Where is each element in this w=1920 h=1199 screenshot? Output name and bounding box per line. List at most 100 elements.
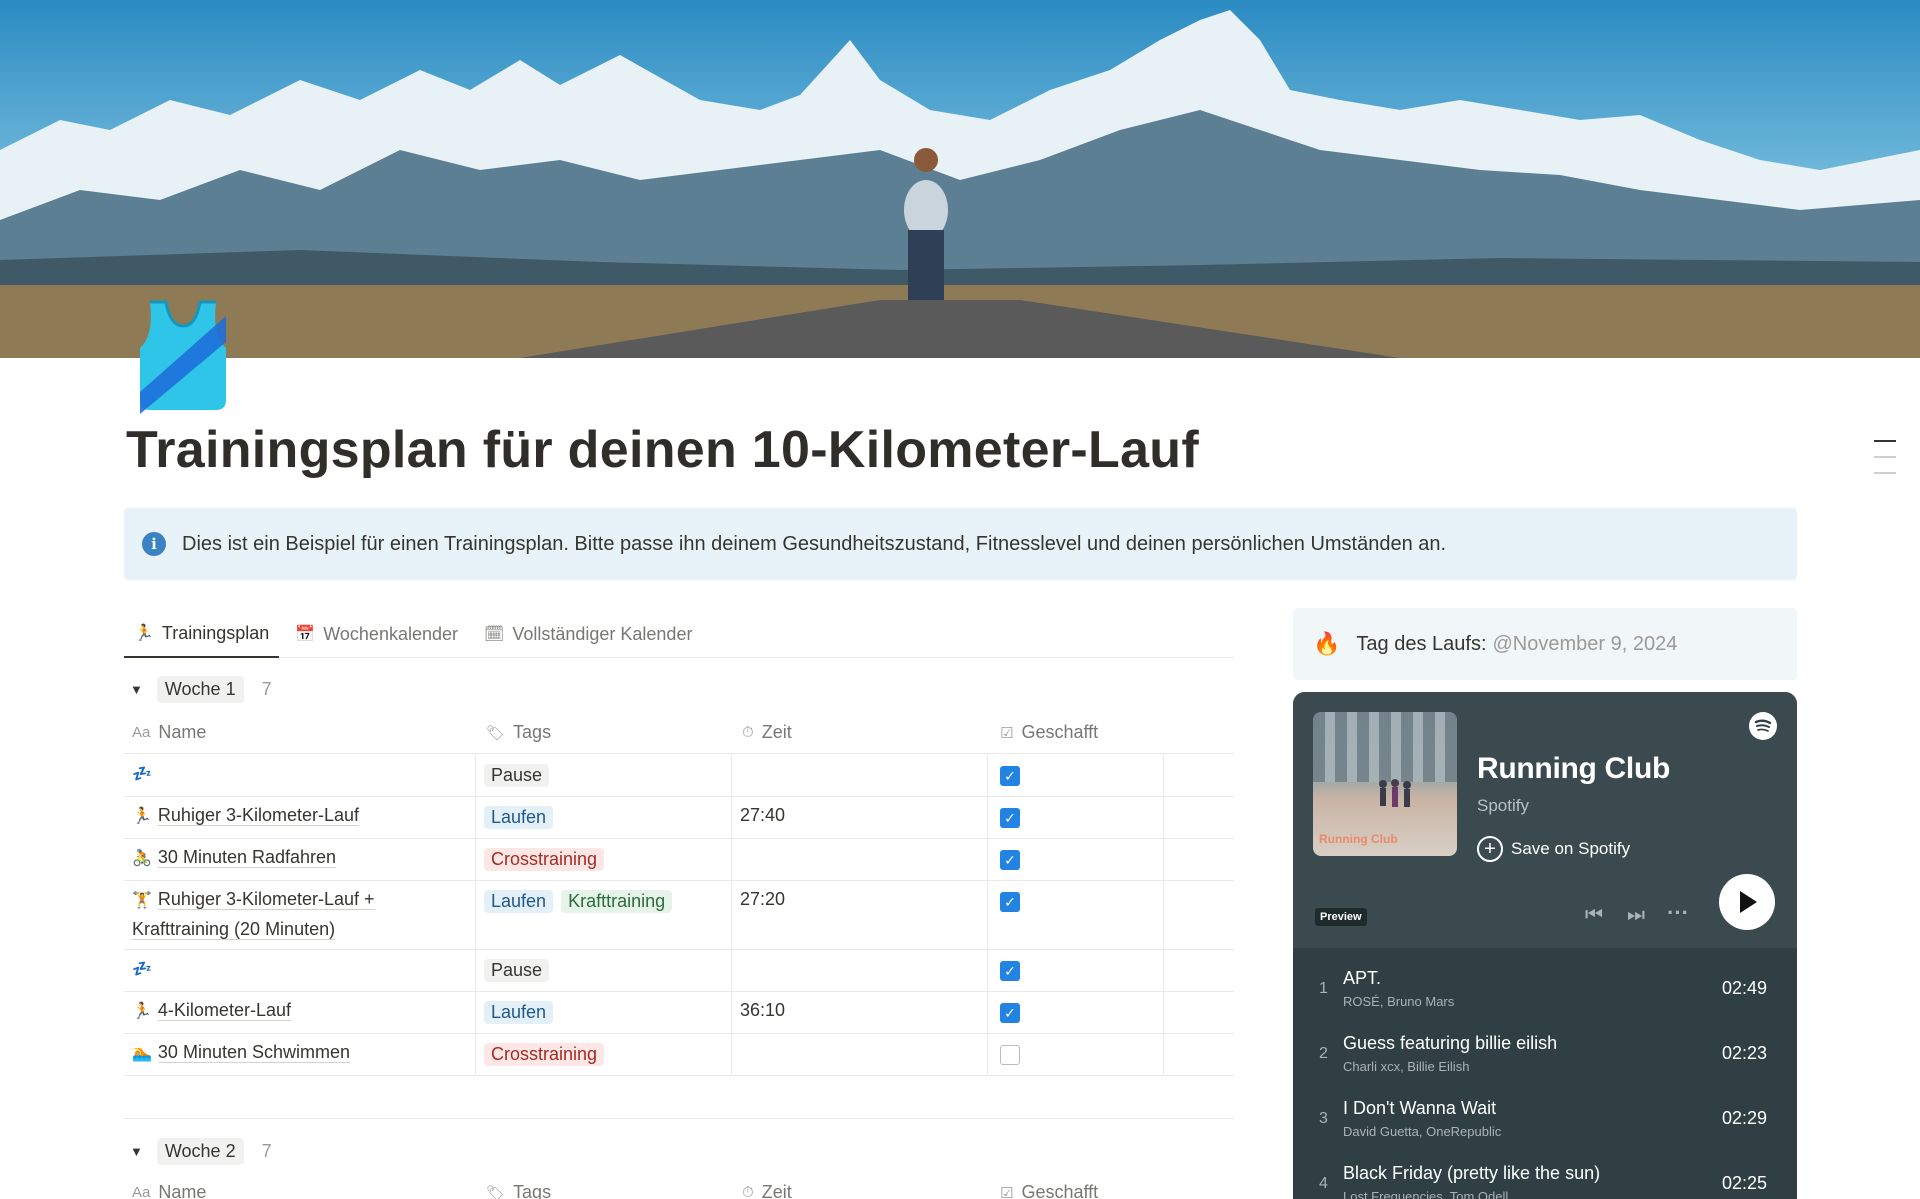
table-row[interactable]: 🏋 Ruhiger 3-Kilometer-Lauf + Krafttrainin… <box>124 881 1234 950</box>
column-header-geschafft[interactable]: ☑ Geschafft <box>988 722 1164 743</box>
column-header-zeit[interactable]: ⏱ Zeit <box>732 1182 988 1199</box>
track-artist: Lost Frequencies, Tom Odell <box>1343 1189 1509 1199</box>
track-number: 2 <box>1319 1045 1328 1062</box>
table-row[interactable]: 🚴 30 Minuten Radfahren Crosstraining ✓ <box>124 839 1234 881</box>
empty-cell <box>1164 992 1234 1033</box>
name-cell[interactable]: 🏊 30 Minuten Schwimmen <box>124 1034 476 1075</box>
column-header-tags[interactable]: 🏷 Tags <box>476 1182 732 1199</box>
more-options-icon[interactable]: ··· <box>1667 900 1689 926</box>
name-cell[interactable]: 💤 <box>124 950 476 991</box>
checkbox-property-icon: ☑ <box>1000 1184 1014 1199</box>
track-duration: 02:23 <box>1721 1043 1767 1063</box>
time-cell[interactable]: 27:20 <box>732 881 988 949</box>
toggle-triangle-icon[interactable]: ▼ <box>130 682 143 697</box>
tab-wochenkalender[interactable]: 📅 Wochenkalender <box>285 610 468 658</box>
tags-cell[interactable]: Crosstraining <box>476 1034 732 1075</box>
playlist-title[interactable]: Running Club <box>1477 752 1670 786</box>
checkbox-checked[interactable]: ✓ <box>1000 1003 1020 1023</box>
track-duration: 02:29 <box>1721 1108 1767 1128</box>
preview-badge: Preview <box>1315 908 1367 926</box>
toggle-triangle-icon[interactable]: ▼ <box>130 1144 143 1159</box>
name-cell[interactable]: 🏃 Ruhiger 3-Kilometer-Lauf <box>124 797 476 838</box>
playlist-provider[interactable]: Spotify <box>1477 796 1529 816</box>
column-header-tags[interactable]: 🏷 Tags <box>476 722 732 743</box>
toc-line <box>1874 472 1896 474</box>
save-on-spotify-button[interactable]: + Save on Spotify <box>1477 836 1630 862</box>
running-shirt-icon[interactable] <box>130 296 236 414</box>
column-header-name[interactable]: Aa Name <box>124 722 476 743</box>
tags-cell[interactable]: Laufen <box>476 992 732 1033</box>
row-name[interactable]: Ruhiger 3-Kilometer-Lauf <box>157 805 360 826</box>
table-of-contents-indicator[interactable] <box>1874 440 1896 488</box>
time-cell[interactable] <box>732 839 988 880</box>
group-label: Woche 1 <box>156 676 244 703</box>
group-header-woche-2[interactable]: ▼ Woche 2 7 <box>130 1138 272 1165</box>
callout-text: Dies ist ein Beispiel für einen Training… <box>182 532 1447 555</box>
checkbox-checked[interactable]: ✓ <box>1000 850 1020 870</box>
row-name[interactable]: Ruhiger 3-Kilometer-Lauf + Krafttraining… <box>132 889 375 940</box>
table-row[interactable]: 🏊 30 Minuten Schwimmen Crosstraining <box>124 1034 1234 1076</box>
tab-trainingsplan[interactable]: 🏃 Trainingsplan <box>124 610 280 658</box>
previous-track-icon[interactable]: ⏮ <box>1585 904 1603 927</box>
table-row[interactable]: 💤 Pause ✓ <box>124 755 1234 797</box>
track-title: I Don't Wanna Wait <box>1343 1098 1497 1118</box>
play-button[interactable] <box>1719 874 1775 930</box>
track-row[interactable]: 4 Black Friday (pretty like the sun) Los… <box>1293 1151 1797 1199</box>
checkbox-checked[interactable]: ✓ <box>1000 961 1020 981</box>
tab-vollstaendiger-kalender[interactable]: 🗓 Vollständiger Kalender <box>474 610 702 658</box>
empty-cell <box>1164 839 1234 880</box>
running-person-icon: 🏃 <box>134 625 154 642</box>
tags-cell[interactable]: Pause <box>476 950 732 991</box>
group-header-woche-1[interactable]: ▼ Woche 1 7 <box>130 676 272 703</box>
weightlifter-icon: 🏋 <box>132 892 152 909</box>
tags-cell[interactable]: Laufen <box>476 797 732 838</box>
tag-crosstraining: Crosstraining <box>484 848 605 871</box>
tag-icon: 🏷 <box>486 724 506 742</box>
table-row[interactable]: 🏃 4-Kilometer-Lauf Laufen 36:10 ✓ <box>124 992 1234 1034</box>
next-track-icon[interactable]: ⏭ <box>1627 904 1645 927</box>
table-row[interactable]: 🏃 Ruhiger 3-Kilometer-Lauf Laufen 27:40 ✓ <box>124 797 1234 839</box>
group-count: 7 <box>261 679 272 699</box>
toc-line <box>1874 440 1896 442</box>
column-label: Tags <box>513 722 552 742</box>
table-row[interactable]: 💤 Pause ✓ <box>124 950 1234 992</box>
time-cell[interactable]: 27:40 <box>732 797 988 838</box>
runner-icon: 🏃 <box>132 1003 152 1020</box>
name-cell[interactable]: 💤 <box>124 755 476 796</box>
tags-cell[interactable]: Pause <box>476 755 732 796</box>
done-cell: ✓ <box>988 797 1164 838</box>
time-cell[interactable] <box>732 1034 988 1075</box>
row-name[interactable]: 4-Kilometer-Lauf <box>157 1000 291 1021</box>
checkbox-checked[interactable]: ✓ <box>1000 766 1020 786</box>
time-cell[interactable]: 36:10 <box>732 992 988 1033</box>
track-row[interactable]: 1 APT. ROSÉ, Bruno Mars 02:49 <box>1293 956 1797 1021</box>
tags-cell[interactable]: Crosstraining <box>476 839 732 880</box>
empty-cell <box>1164 881 1234 949</box>
table-header: Aa Name 🏷 Tags ⏱ Zeit ☑ Geschafft <box>124 1172 1234 1199</box>
checkbox-checked[interactable]: ✓ <box>1000 892 1020 912</box>
time-cell[interactable] <box>732 950 988 991</box>
column-header-name[interactable]: Aa Name <box>124 1182 476 1199</box>
tags-cell[interactable]: Laufen Krafttraining <box>476 881 732 949</box>
track-duration: 02:49 <box>1721 978 1767 998</box>
row-name[interactable]: 30 Minuten Schwimmen <box>157 1042 351 1063</box>
done-cell: ✓ <box>988 950 1164 991</box>
checkbox-unchecked[interactable] <box>1000 1045 1020 1065</box>
row-name[interactable]: 30 Minuten Radfahren <box>157 847 337 868</box>
track-row[interactable]: 3 I Don't Wanna Wait David Guetta, OneRe… <box>1293 1086 1797 1151</box>
name-cell[interactable]: 🚴 30 Minuten Radfahren <box>124 839 476 880</box>
name-cell[interactable]: 🏋 Ruhiger 3-Kilometer-Lauf + Krafttrainin… <box>124 881 476 949</box>
track-row[interactable]: 2 Guess featuring billie eilish Charli x… <box>1293 1021 1797 1086</box>
race-day-date[interactable]: @November 9, 2024 <box>1493 633 1678 656</box>
column-header-zeit[interactable]: ⏱ Zeit <box>732 722 988 743</box>
spotify-header: Running Club Running Club Spotify + Save… <box>1293 692 1797 948</box>
checkbox-checked[interactable]: ✓ <box>1000 808 1020 828</box>
time-cell[interactable] <box>732 755 988 796</box>
track-artist: ROSÉ, Bruno Mars <box>1343 994 1455 1009</box>
album-cover[interactable]: Running Club <box>1313 712 1457 856</box>
name-cell[interactable]: 🏃 4-Kilometer-Lauf <box>124 992 476 1033</box>
table-header: Aa Name 🏷 Tags ⏱ Zeit ☑ Geschafft <box>124 712 1234 754</box>
spotify-logo-icon[interactable] <box>1749 712 1777 740</box>
column-header-geschafft[interactable]: ☑ Geschafft <box>988 1182 1164 1199</box>
clock-icon: ⏱ <box>742 1184 754 1199</box>
